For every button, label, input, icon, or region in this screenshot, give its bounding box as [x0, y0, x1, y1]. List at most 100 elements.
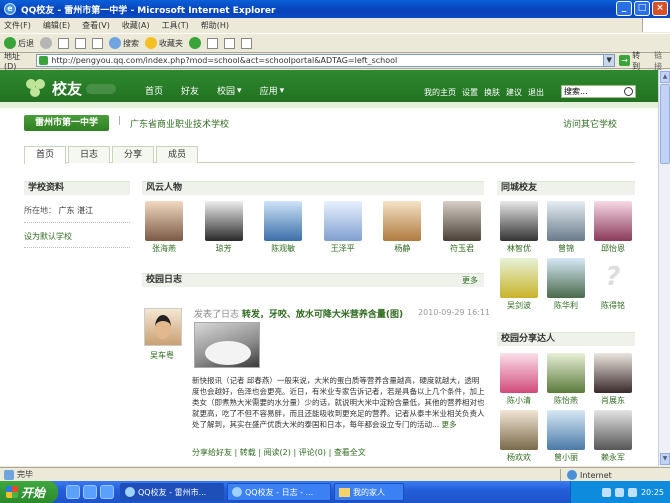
friend-card[interactable]: 邱怡恩: [591, 201, 635, 254]
scroll-down-icon[interactable]: ▼: [660, 453, 670, 465]
nav-friends[interactable]: 好友: [181, 84, 199, 97]
quick-launch-icon[interactable]: [100, 485, 114, 499]
forward-button[interactable]: [40, 37, 52, 49]
other-school-link[interactable]: 广东省商业职业技术学校: [130, 117, 229, 130]
start-button[interactable]: 开始: [0, 481, 58, 503]
link-suggest[interactable]: 建议: [506, 87, 522, 98]
blog-post-title[interactable]: 转发，牙咬、放水可降大米营养含量(图): [242, 310, 403, 320]
sharer-card[interactable]: 曾小丽: [544, 410, 588, 463]
tray-icon[interactable]: [614, 487, 624, 497]
default-avatar-icon: [594, 258, 632, 298]
person-card[interactable]: 张海燕: [142, 201, 186, 254]
avatar: [500, 201, 538, 241]
scroll-up-icon[interactable]: ▲: [660, 71, 670, 83]
link-logout[interactable]: 退出: [528, 87, 544, 98]
read-count[interactable]: 阅读(2): [264, 448, 291, 457]
sharer-card[interactable]: 陈怡燕: [544, 353, 588, 406]
search-icon[interactable]: [624, 87, 633, 96]
maximize-button[interactable]: □: [634, 1, 650, 16]
vertical-scrollbar[interactable]: ▲ ▼: [658, 70, 670, 466]
search-button[interactable]: 搜索: [109, 37, 139, 49]
menu-view[interactable]: 查看(V): [82, 20, 110, 31]
favorites-button[interactable]: 收藏夹: [145, 37, 183, 49]
friend-card[interactable]: 吴剑波: [497, 258, 541, 311]
divider: |: [118, 116, 122, 126]
link-skin[interactable]: 换肤: [484, 87, 500, 98]
repost-link[interactable]: 转载: [240, 448, 256, 457]
menu-tools[interactable]: 工具(T): [162, 20, 189, 31]
home-icon[interactable]: [92, 37, 103, 49]
menu-favorites[interactable]: 收藏(A): [122, 20, 150, 31]
media-icon[interactable]: [189, 37, 201, 49]
sharer-card[interactable]: 杨欢欢: [497, 410, 541, 463]
blog-image[interactable]: [194, 322, 260, 368]
sharer-card[interactable]: 肖展东: [591, 353, 635, 406]
quick-launch-icon[interactable]: [83, 485, 97, 499]
mail-icon[interactable]: [207, 37, 218, 49]
links-label[interactable]: 链接: [654, 50, 670, 72]
blog-more-link[interactable]: 更多: [462, 274, 478, 287]
friend-card[interactable]: 曾锦: [544, 201, 588, 254]
window-title: QQ校友 - 雷州市第一中学 - Microsoft Internet Expl…: [21, 5, 276, 16]
nav-campus[interactable]: 校园 ▾: [217, 84, 242, 98]
school-location: 所在地： 广东 湛江: [24, 206, 94, 215]
tab-members[interactable]: 成员: [156, 146, 198, 163]
sharer-card[interactable]: 陈小清: [497, 353, 541, 406]
person-card[interactable]: 王泽平: [321, 201, 365, 254]
person-card[interactable]: 符玉君: [440, 201, 484, 254]
status-bar: 完毕 Internet: [0, 467, 670, 481]
link-settings[interactable]: 设置: [462, 87, 478, 98]
back-button[interactable]: 后退: [4, 37, 34, 49]
avatar: [594, 201, 632, 241]
address-input[interactable]: http://pengyou.qq.com/index.php?mod=scho…: [36, 54, 605, 67]
set-default-school-link[interactable]: 设为默认学校: [24, 231, 130, 242]
school-name-button[interactable]: 雷州市第一中学: [24, 115, 109, 131]
friend-card[interactable]: 陈得铭: [591, 258, 635, 311]
share-link[interactable]: 分享给好友: [192, 448, 232, 457]
stop-icon[interactable]: [58, 37, 69, 49]
friend-card[interactable]: 林智优: [497, 201, 541, 254]
quick-launch-icon[interactable]: [66, 485, 80, 499]
taskbar-item[interactable]: 我的家人: [334, 483, 404, 501]
menu-help[interactable]: 帮助(H): [201, 20, 229, 31]
blog-read-more[interactable]: 更多: [442, 420, 457, 429]
site-search-input[interactable]: 搜索...: [561, 85, 636, 98]
person-card[interactable]: 杨静: [380, 201, 424, 254]
windows-flag-icon: [6, 486, 18, 498]
taskbar-item[interactable]: QQ校友 - 雷州市...: [120, 483, 224, 501]
print-icon[interactable]: [224, 37, 235, 49]
menu-file[interactable]: 文件(F): [4, 20, 31, 31]
taskbar-item[interactable]: QQ校友 - 日志 - ...: [227, 483, 331, 501]
nav-apps[interactable]: 应用 ▾: [260, 84, 285, 98]
comment-link[interactable]: 评论(0): [299, 448, 326, 457]
quick-launch: [66, 485, 114, 499]
tray-icon[interactable]: [627, 487, 637, 497]
tray-icon[interactable]: [601, 487, 611, 497]
address-dropdown-icon[interactable]: ▼: [603, 54, 616, 67]
site-logo[interactable]: 校友: [26, 78, 82, 99]
close-button[interactable]: ×: [652, 1, 668, 16]
minimize-button[interactable]: _: [616, 1, 632, 16]
refresh-icon[interactable]: [75, 37, 86, 49]
visit-other-school-link[interactable]: 访问其它学校: [563, 117, 617, 130]
scrollbar-thumb[interactable]: [660, 84, 670, 164]
avatar: [500, 353, 538, 393]
link-my-home[interactable]: 我的主页: [424, 87, 456, 98]
view-full-link[interactable]: 查看全文: [334, 448, 366, 457]
blog-author[interactable]: 吴车粤: [150, 350, 174, 361]
ie-icon: e: [4, 3, 16, 15]
menu-edit[interactable]: 编辑(E): [43, 20, 70, 31]
tab-home[interactable]: 首页: [24, 146, 66, 164]
edit-icon[interactable]: [241, 37, 252, 49]
nav-home[interactable]: 首页: [145, 84, 163, 97]
friend-card[interactable]: 陈华利: [544, 258, 588, 311]
tab-share[interactable]: 分享: [112, 146, 154, 163]
clock: 20:25: [640, 487, 664, 497]
go-button[interactable]: → 转到: [619, 50, 648, 72]
avatar[interactable]: [144, 308, 182, 346]
sharer-card[interactable]: 赖永军: [591, 410, 635, 463]
person-card[interactable]: 琼芳: [202, 201, 246, 254]
person-card[interactable]: 陈观敏: [261, 201, 305, 254]
taskbar: 开始 QQ校友 - 雷州市... QQ校友 - 日志 - ... 我的家人 20…: [0, 481, 670, 503]
tab-blog[interactable]: 日志: [68, 146, 110, 163]
